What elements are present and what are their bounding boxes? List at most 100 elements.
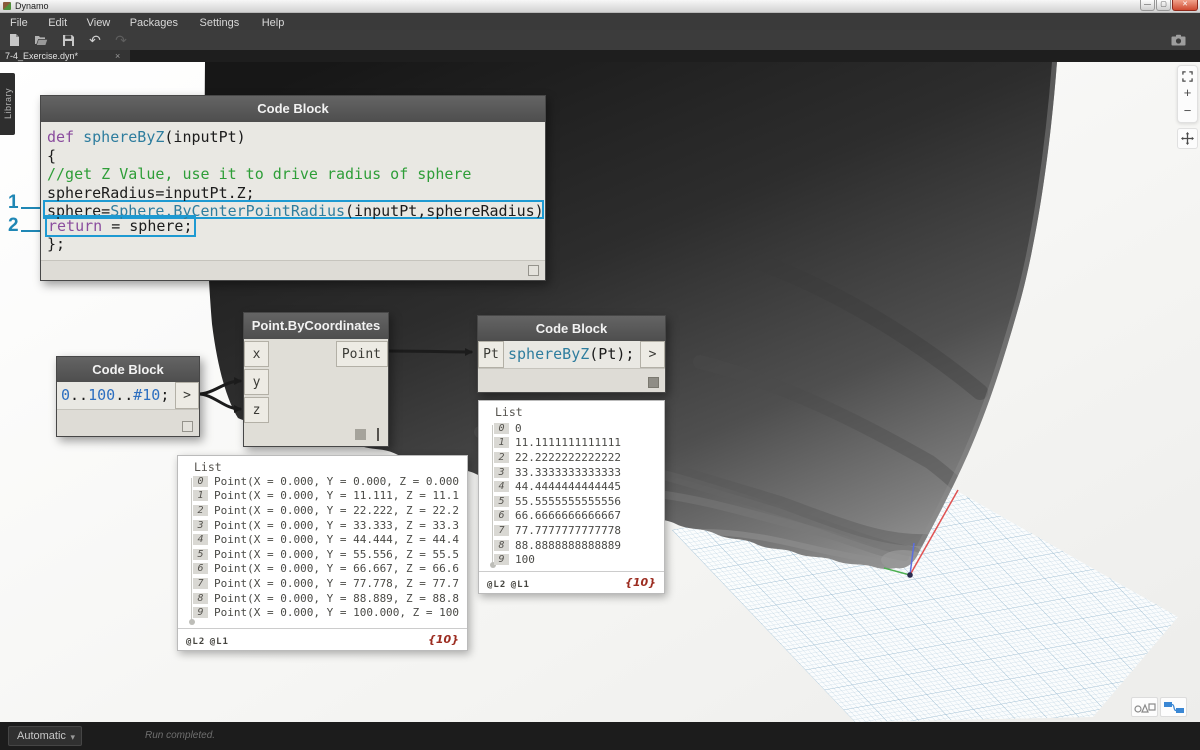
node-footer bbox=[478, 368, 665, 392]
output-port-point[interactable]: Point bbox=[336, 341, 388, 367]
menu-bar: File Edit View Packages Settings Help bbox=[0, 13, 1200, 30]
list-item: 4 Point(X = 0.000, Y = 44.444, Z = 44.4 bbox=[178, 532, 467, 547]
save-icon[interactable] bbox=[60, 33, 76, 47]
graph-view-button[interactable] bbox=[1160, 697, 1187, 717]
list-preview-values: List 0 0 1 11.1111111111111 2 22.222222222222… bbox=[478, 400, 665, 594]
list-item: 00 bbox=[479, 421, 664, 436]
list-item: 1 Point(X = 0.000, Y = 11.111, Z = 11.1 bbox=[178, 489, 467, 504]
list-item: 0 Point(X = 0.000, Y = 0.000, Z = 0.000 bbox=[178, 474, 467, 489]
camera-icon[interactable] bbox=[1170, 33, 1186, 47]
preview-toggle[interactable] bbox=[355, 429, 366, 440]
list-item: 6 66.6666666666667 bbox=[479, 509, 664, 524]
app-logo-icon bbox=[3, 2, 11, 10]
list-item: 6 Point(X = 0.000, Y = 66.667, Z = 66.6 bbox=[178, 562, 467, 577]
node-code-block-range[interactable]: Code Block 0..100..#10; > bbox=[56, 356, 200, 437]
status-bar: Automatic ▾ Run completed. bbox=[0, 722, 1200, 750]
run-mode-dropdown[interactable]: Automatic ▾ bbox=[8, 726, 82, 746]
list-item: 3 Point(X = 0.000, Y = 33.333, Z = 33.3 bbox=[178, 518, 467, 533]
input-port-z[interactable]: z bbox=[244, 397, 269, 423]
list-item: 1 11.1111111111111 bbox=[479, 436, 664, 451]
run-mode-value: Automatic bbox=[17, 730, 66, 742]
code-line: def sphereByZ(inputPt) bbox=[47, 128, 246, 146]
pan-button[interactable] bbox=[1177, 128, 1198, 149]
input-port-x[interactable]: x bbox=[244, 341, 269, 367]
geometry-view-icon bbox=[1133, 702, 1156, 713]
list-header: List bbox=[194, 460, 222, 474]
lacing-l2[interactable]: @L2 bbox=[186, 637, 205, 647]
node-point-bycoordinates[interactable]: Point.ByCoordinates x y z Point bbox=[243, 312, 389, 447]
lacing-l2[interactable]: @L2 bbox=[487, 580, 506, 590]
input-port-y[interactable]: y bbox=[244, 369, 269, 395]
view-nav-controls: + − bbox=[1177, 65, 1198, 123]
list-item: 5 Point(X = 0.000, Y = 55.556, Z = 55.5 bbox=[178, 547, 467, 562]
toolbar: ↶ ↷ bbox=[0, 30, 1200, 50]
dynamo-window: Dynamo — ▢ ✕ File Edit View Packages Set… bbox=[0, 0, 1200, 750]
node-title[interactable]: Point.ByCoordinates bbox=[244, 313, 388, 339]
node-code-block-function[interactable]: Code Block def sphereByZ(inputPt){//get … bbox=[40, 95, 553, 281]
minimize-icon[interactable]: — bbox=[1140, 0, 1155, 11]
preview-checkbox[interactable] bbox=[528, 264, 539, 276]
library-panel-tab[interactable]: Library bbox=[0, 73, 15, 135]
code-line: { bbox=[47, 146, 57, 165]
list-item: 4 44.4444444444445 bbox=[479, 479, 664, 494]
callout-1: 1 bbox=[8, 192, 19, 213]
node-code-block-call[interactable]: Code Block Pt sphereByZ(Pt); > bbox=[477, 315, 666, 393]
callout-1-line bbox=[21, 207, 40, 209]
list-item: 2 Point(X = 0.000, Y = 22.222, Z = 22.2 bbox=[178, 503, 467, 518]
run-status-message: Run completed. bbox=[145, 730, 216, 741]
window-title: Dynamo bbox=[15, 0, 49, 11]
node-title[interactable]: Code Block bbox=[57, 357, 199, 382]
graph-canvas[interactable]: Library 1 2 Code Block def sphereByZ(inp… bbox=[0, 62, 1200, 722]
output-port[interactable]: > bbox=[175, 382, 199, 409]
pin-handle[interactable] bbox=[377, 428, 379, 441]
preview-checkbox[interactable] bbox=[182, 421, 193, 432]
list-preview-points: List 0 Point(X = 0.000, Y = 0.000, Z = 0.… bbox=[177, 455, 468, 651]
list-item: 5 55.5555555555556 bbox=[479, 494, 664, 509]
code-editor[interactable]: 0..100..#10; bbox=[57, 382, 175, 409]
list-count: {10} bbox=[625, 576, 656, 589]
list-item: 7 Point(X = 0.000, Y = 77.778, Z = 77.7 bbox=[178, 576, 467, 591]
preview-checkbox[interactable] bbox=[648, 377, 659, 388]
new-file-icon[interactable] bbox=[6, 33, 22, 47]
lacing-l1[interactable]: @L1 bbox=[511, 580, 530, 590]
code-editor[interactable]: def sphereByZ(inputPt){//get Z Value, us… bbox=[41, 122, 553, 260]
node-footer bbox=[41, 259, 545, 280]
list-item: 8 88.8888888888889 bbox=[479, 538, 664, 553]
redo-icon[interactable]: ↷ bbox=[113, 32, 129, 48]
list-header: List bbox=[495, 405, 523, 419]
geometry-view-button[interactable] bbox=[1131, 697, 1158, 717]
zoom-in-button[interactable]: + bbox=[1184, 86, 1192, 99]
callout-2-line bbox=[21, 230, 40, 232]
close-icon[interactable]: ✕ bbox=[1172, 0, 1198, 11]
node-footer bbox=[57, 409, 199, 436]
maximize-icon[interactable]: ▢ bbox=[1156, 0, 1171, 11]
list-item: 3 33.3333333333333 bbox=[479, 465, 664, 480]
output-port[interactable]: > bbox=[640, 341, 665, 368]
node-title[interactable]: Code Block bbox=[41, 96, 545, 122]
list-item: 9 100 bbox=[479, 552, 664, 567]
list-footer: @L2 @L1 {10} bbox=[178, 628, 467, 650]
title-bar: Dynamo — ▢ ✕ bbox=[0, 0, 1200, 13]
list-item: 9 Point(X = 0.000, Y = 100.000, Z = 100 bbox=[178, 605, 467, 620]
list-item: 7 77.7777777777778 bbox=[479, 523, 664, 538]
code-line: //get Z Value, use it to drive radius of… bbox=[47, 165, 472, 183]
list-footer: @L2 @L1 {10} bbox=[479, 571, 664, 593]
list-item: 2 22.2222222222222 bbox=[479, 450, 664, 465]
library-label: Library bbox=[2, 88, 13, 120]
list-count: {10} bbox=[428, 633, 459, 646]
list-rows: 0 Point(X = 0.000, Y = 0.000, Z = 0.000 1 P… bbox=[178, 474, 467, 620]
lacing-l1[interactable]: @L1 bbox=[210, 637, 229, 647]
list-item: 8 Point(X = 0.000, Y = 88.889, Z = 88.8 bbox=[178, 591, 467, 606]
list-rows: 0 0 1 11.1111111111111 2 22.2222222222222 3 33.… bbox=[479, 421, 664, 567]
code-line: }; bbox=[47, 235, 66, 253]
node-title[interactable]: Code Block bbox=[478, 316, 665, 341]
zoom-out-button[interactable]: − bbox=[1184, 104, 1192, 117]
tab-close-icon[interactable]: × bbox=[115, 50, 120, 62]
code-editor[interactable]: sphereByZ(Pt); bbox=[504, 341, 640, 368]
open-file-icon[interactable] bbox=[33, 33, 49, 47]
pan-icon bbox=[1181, 132, 1194, 145]
tab-exercise[interactable]: 7-4_Exercise.dyn* bbox=[0, 50, 130, 62]
input-port-pt[interactable]: Pt bbox=[478, 341, 504, 368]
fit-view-icon[interactable] bbox=[1182, 71, 1193, 82]
undo-icon[interactable]: ↶ bbox=[87, 32, 103, 48]
